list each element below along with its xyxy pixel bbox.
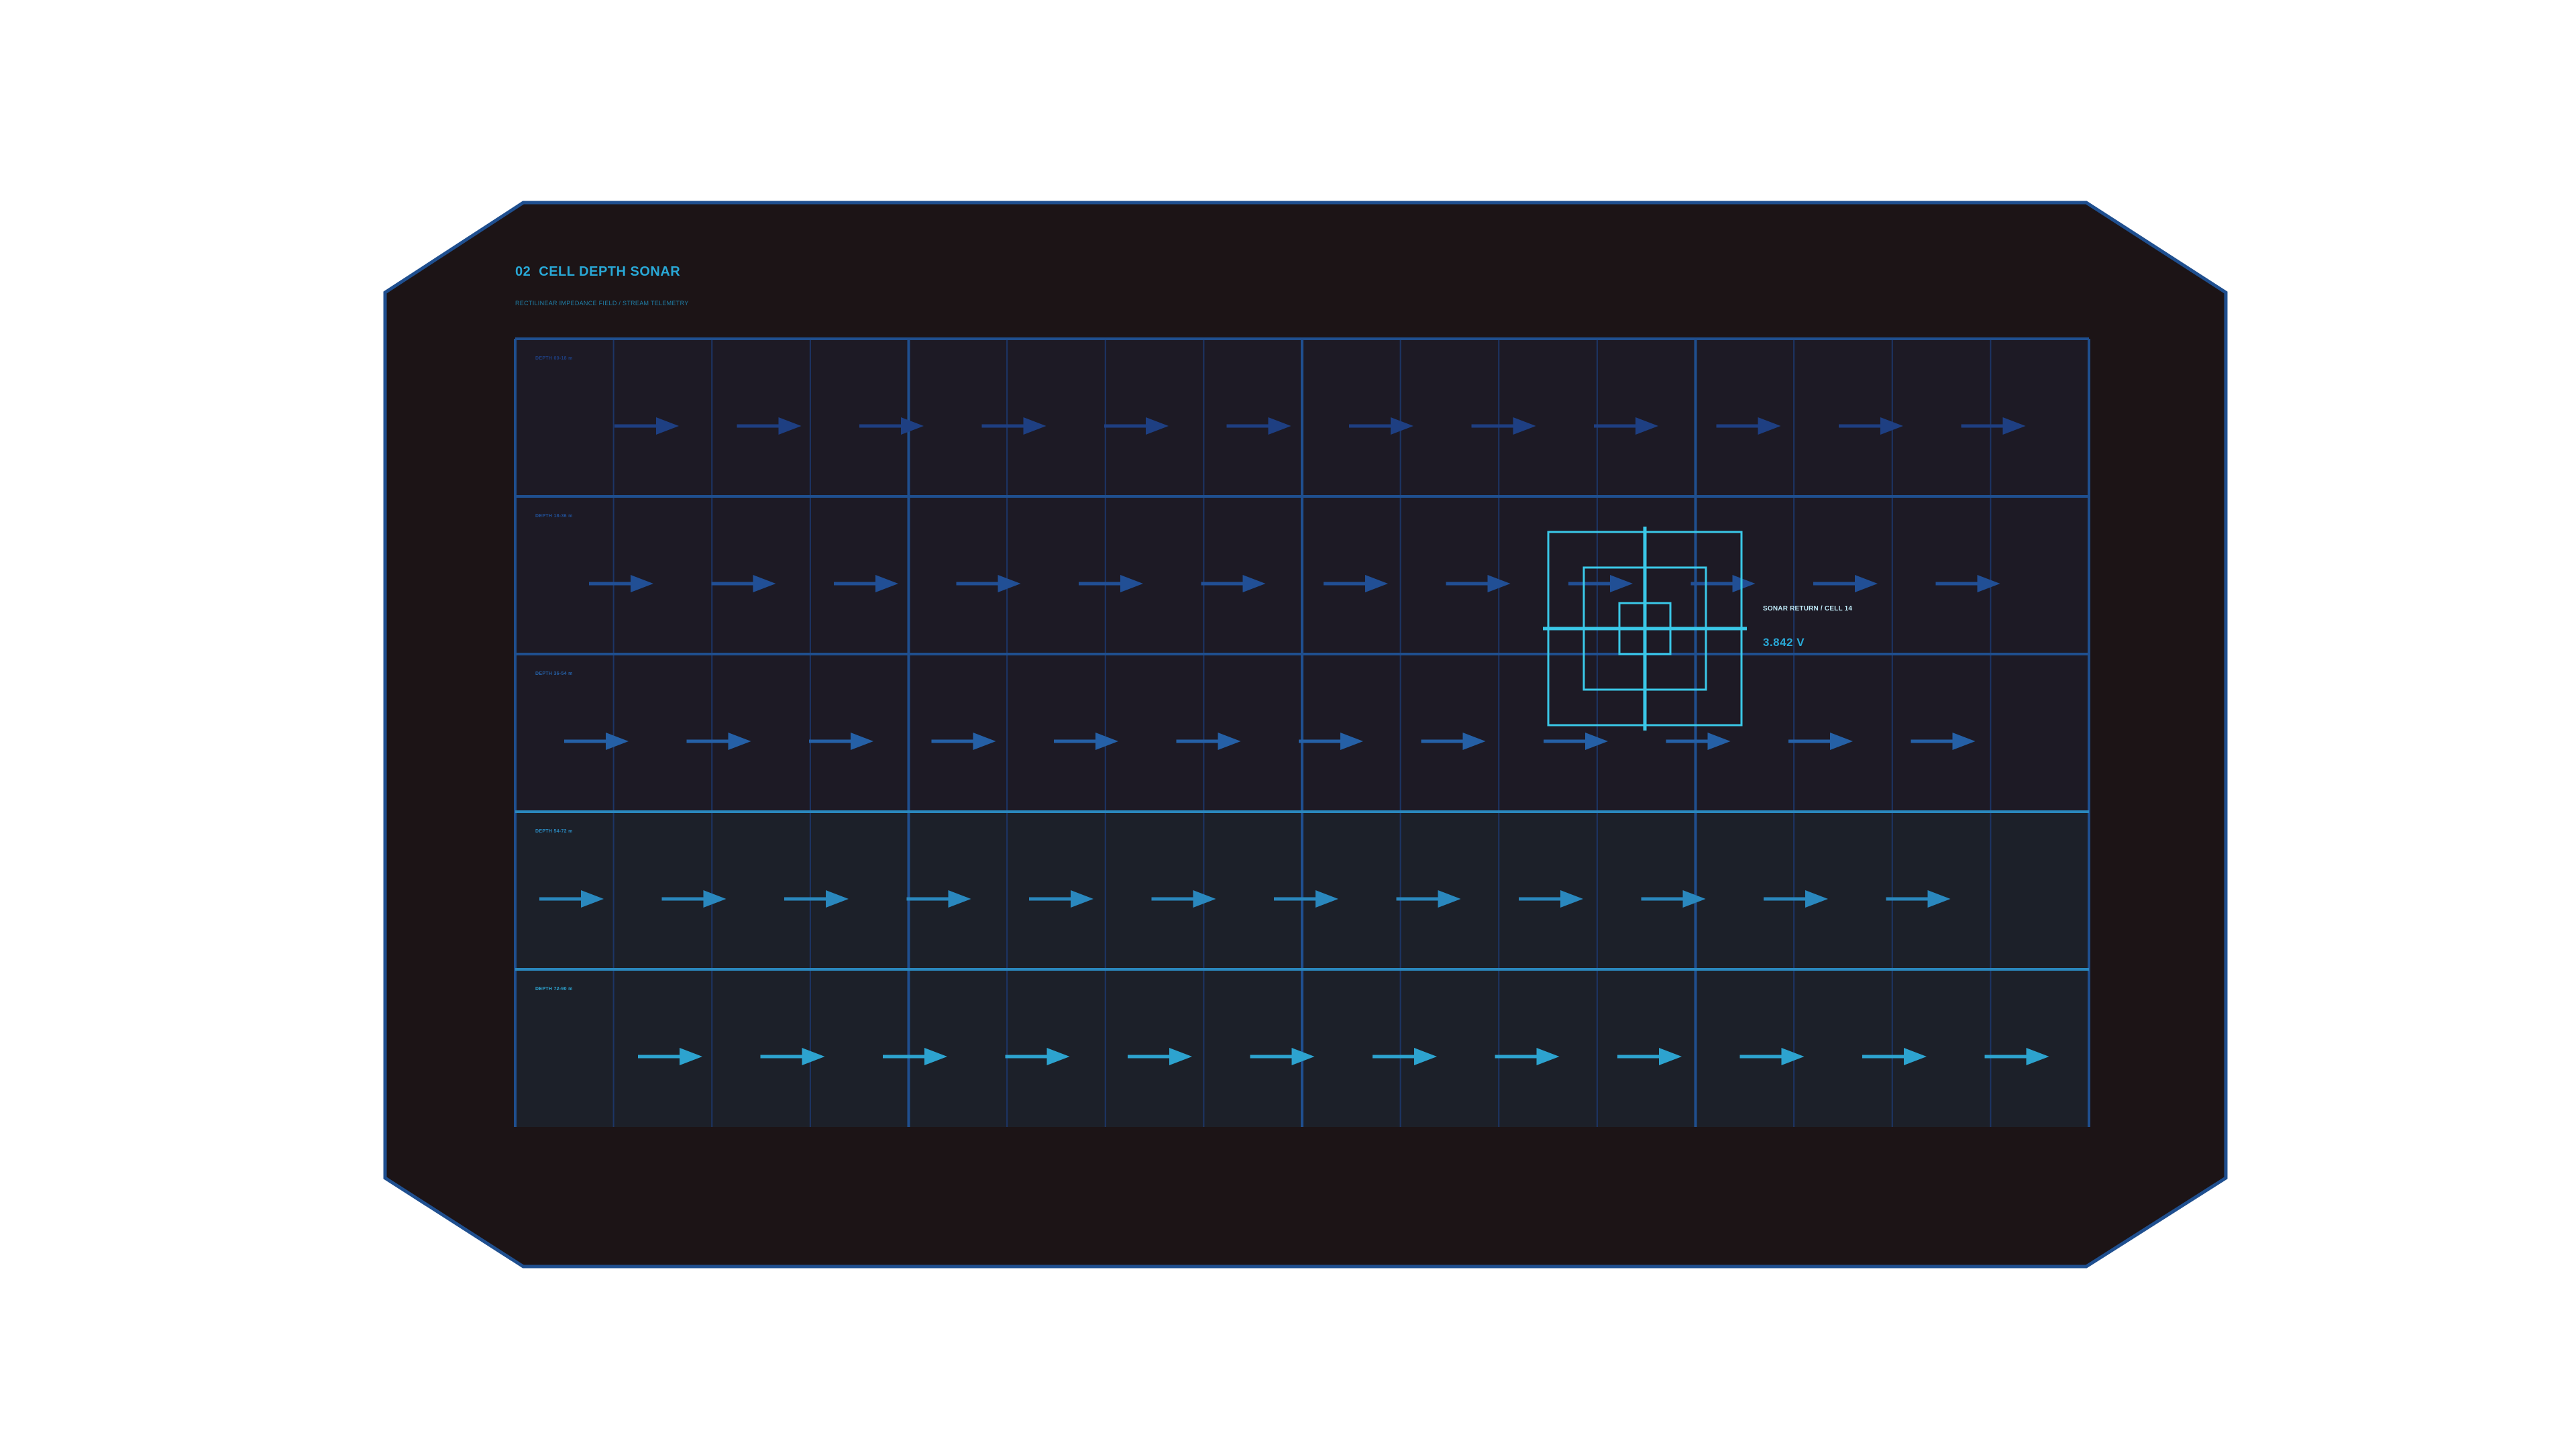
panel-title-text: CELL DEPTH SONAR (539, 264, 681, 279)
depth-band: DEPTH 72-90 m (515, 969, 2089, 1127)
depth-band: DEPTH 00-18 m (515, 339, 2089, 496)
panel-index: 02 (515, 264, 531, 279)
panel-subtitle: RECTILINEAR IMPEDANCE FIELD / STREAM TEL… (515, 300, 689, 307)
depth-band-label: DEPTH 54-72 m (535, 829, 573, 834)
sonar-return-value: 3.842 V (1763, 636, 1805, 649)
sonar-return-label: SONAR RETURN / CELL 14 (1763, 605, 1853, 612)
sonar-grid: DEPTH 00-18 m DEPTH 18-36 m DEPTH 36-54 m D… (515, 339, 2089, 1127)
depth-band-label: DEPTH 18-36 m (535, 514, 573, 519)
depth-band-label: DEPTH 36-54 m (535, 672, 573, 676)
panel-title: 02 CELL DEPTH SONAR (515, 264, 680, 280)
depth-band: DEPTH 54-72 m (515, 812, 2089, 969)
depth-band: DEPTH 18-36 m (515, 496, 2089, 654)
stage: 02 CELL DEPTH SONAR RECTILINEAR IMPEDANCE… (0, 0, 2576, 1449)
depth-band: DEPTH 36-54 m (515, 654, 2089, 812)
depth-band-label: DEPTH 72-90 m (535, 987, 573, 991)
depth-band-label: DEPTH 00-18 m (535, 356, 573, 361)
